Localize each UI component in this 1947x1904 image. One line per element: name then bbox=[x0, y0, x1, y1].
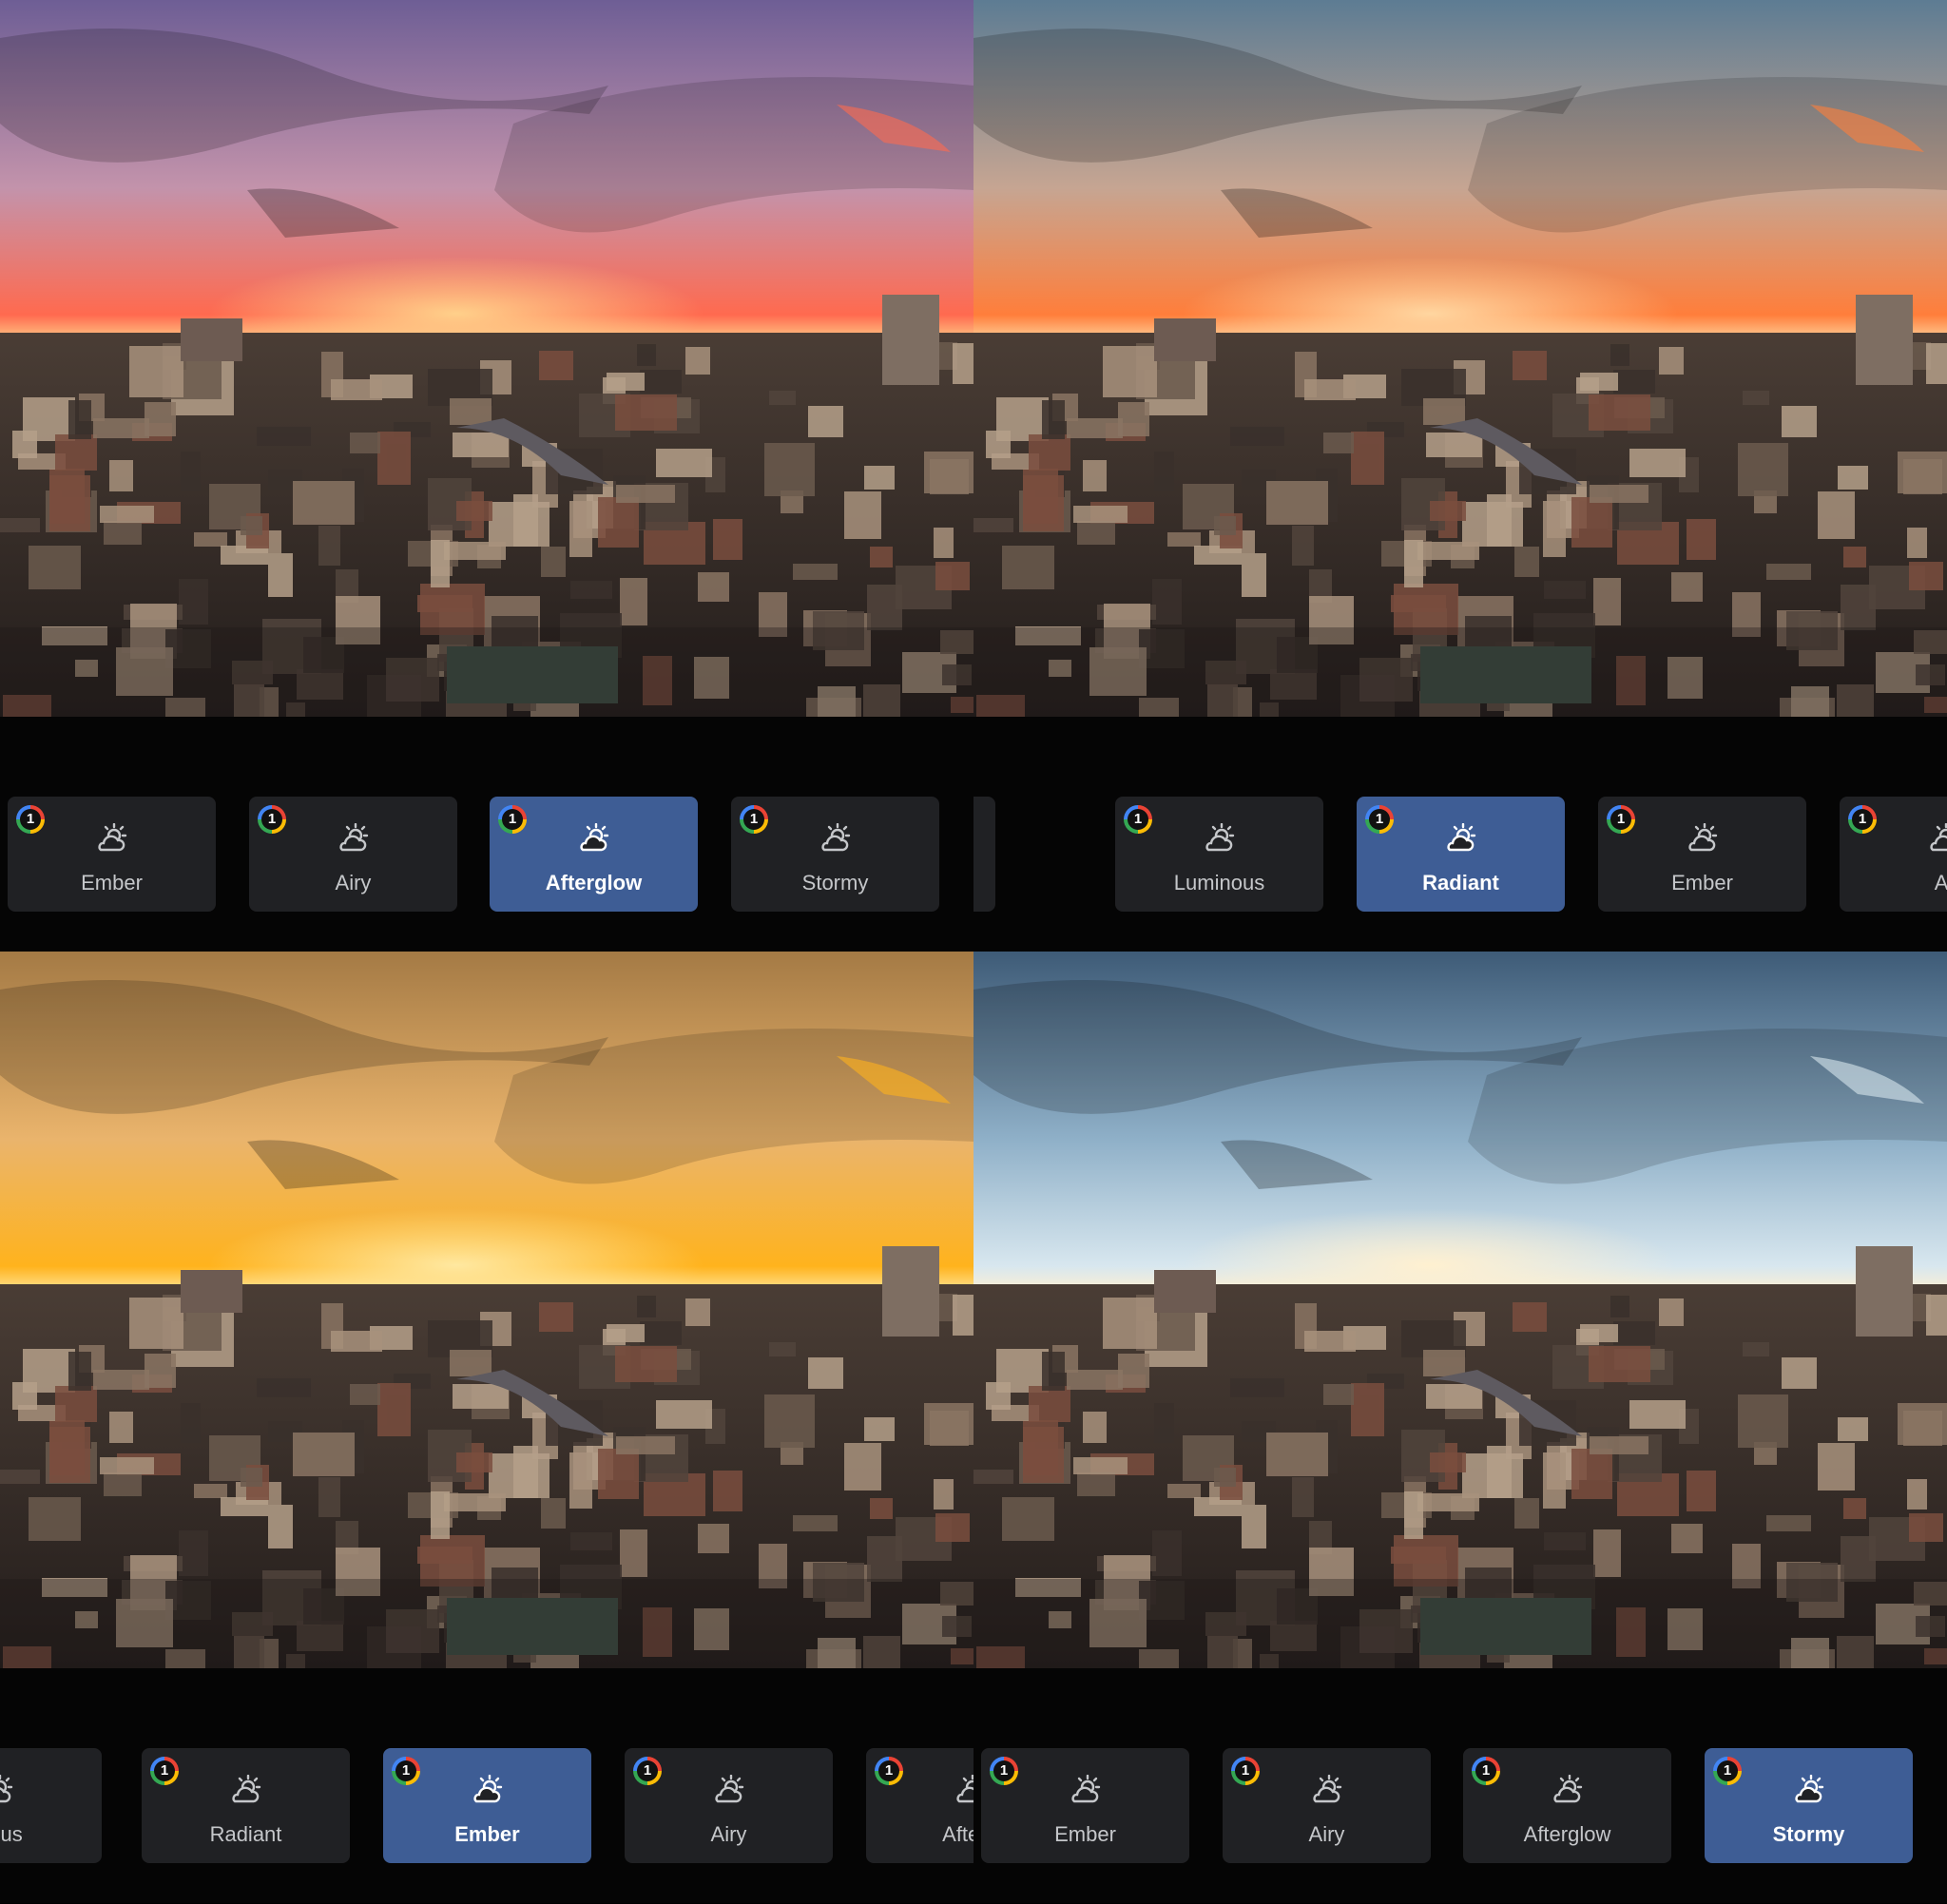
google-one-glyph: 1 bbox=[743, 809, 764, 830]
filter-label: Afterglow bbox=[1523, 1822, 1611, 1846]
filter-label: Ember bbox=[81, 871, 143, 894]
filter-chip-airy[interactable]: 1 Airy bbox=[249, 797, 457, 912]
google-one-glyph: 1 bbox=[1235, 1760, 1256, 1781]
filter-label: inous bbox=[0, 1822, 23, 1846]
filter-chip-afterg[interactable]: 1 Afterg bbox=[866, 1748, 974, 1863]
sunset-city-photo bbox=[0, 952, 974, 1668]
google-one-glyph: 1 bbox=[878, 1760, 899, 1781]
google-one-glyph: 1 bbox=[154, 1760, 175, 1781]
filter-label: Airy bbox=[1308, 1822, 1345, 1846]
sun-cloud-icon bbox=[472, 1775, 502, 1803]
filter-chip-airy[interactable]: 1 Airy bbox=[1223, 1748, 1431, 1863]
filter-chip-stormy[interactable]: 1 Stormy bbox=[731, 797, 939, 912]
sunset-city-photo bbox=[974, 952, 1947, 1668]
sun-cloud-icon bbox=[714, 1775, 743, 1803]
sun-cloud-icon bbox=[97, 823, 126, 852]
google-one-icon: 1 bbox=[875, 1757, 903, 1785]
filter-chip-stormy[interactable]: 1 Stormy bbox=[1705, 1748, 1913, 1863]
google-one-icon: 1 bbox=[1365, 805, 1394, 834]
sun-cloud-icon bbox=[0, 1775, 12, 1803]
filter-strip: 1 Ember 1 Airy 1 Afterglow 1 Stormy bbox=[0, 717, 974, 952]
google-one-icon: 1 bbox=[498, 805, 527, 834]
filter-chip-inous[interactable]: 1inous bbox=[0, 1748, 102, 1863]
filter-chip-radiant[interactable]: 1 Radiant bbox=[1357, 797, 1565, 912]
filter-chip-vid[interactable]: 1vid bbox=[974, 797, 995, 912]
filter-chip-afterglow[interactable]: 1 Afterglow bbox=[1463, 1748, 1671, 1863]
filter-chip-ai[interactable]: 1 Ai bbox=[1840, 797, 1947, 912]
google-one-glyph: 1 bbox=[261, 809, 282, 830]
google-one-glyph: 1 bbox=[395, 1760, 416, 1781]
google-one-glyph: 1 bbox=[1475, 1760, 1496, 1781]
sun-cloud-icon bbox=[1552, 1775, 1582, 1803]
filter-label: Stormy bbox=[1772, 1822, 1845, 1846]
filter-label: Airy bbox=[710, 1822, 747, 1846]
sun-cloud-icon bbox=[1312, 1775, 1341, 1803]
google-one-icon: 1 bbox=[150, 1757, 179, 1785]
sun-cloud-icon bbox=[1205, 823, 1234, 852]
panel-stormy: 1 Ember 1 Airy 1 Afterglow 1 Stormy bbox=[974, 952, 1947, 1903]
filter-label: Luminous bbox=[1173, 871, 1265, 894]
sunset-city-photo bbox=[974, 0, 1947, 717]
google-one-icon: 1 bbox=[1713, 1757, 1742, 1785]
filter-label: Ai bbox=[1934, 871, 1947, 894]
panel-ember: 1inous 1 Radiant 1 Ember 1 Airy 1 Afterg bbox=[0, 952, 974, 1903]
google-one-icon: 1 bbox=[1472, 1757, 1500, 1785]
filter-chip-afterglow[interactable]: 1 Afterglow bbox=[490, 797, 698, 912]
google-one-icon: 1 bbox=[740, 805, 768, 834]
filter-strip: 1 Ember 1 Airy 1 Afterglow 1 Stormy bbox=[974, 1668, 1947, 1903]
filter-label: vid bbox=[974, 871, 995, 895]
filter-label: Afterglow bbox=[545, 871, 643, 894]
filter-label: Afterg bbox=[942, 1822, 974, 1846]
sun-cloud-icon bbox=[1929, 823, 1947, 852]
panel-afterglow: 1 Ember 1 Airy 1 Afterglow 1 Stormy bbox=[0, 0, 974, 952]
google-one-glyph: 1 bbox=[1610, 809, 1631, 830]
filter-label: Ember bbox=[1054, 1822, 1116, 1846]
filter-chip-ember[interactable]: 1 Ember bbox=[383, 1748, 591, 1863]
google-one-glyph: 1 bbox=[1717, 1760, 1738, 1781]
filter-chip-radiant[interactable]: 1 Radiant bbox=[142, 1748, 350, 1863]
google-one-icon: 1 bbox=[990, 1757, 1018, 1785]
google-one-glyph: 1 bbox=[637, 1760, 658, 1781]
filter-label: Radiant bbox=[1422, 871, 1499, 894]
google-one-icon: 1 bbox=[1607, 805, 1635, 834]
sun-cloud-icon bbox=[1070, 1775, 1100, 1803]
sunset-city-photo bbox=[0, 0, 974, 717]
google-one-glyph: 1 bbox=[20, 809, 41, 830]
sun-cloud-icon bbox=[1794, 1775, 1823, 1803]
google-one-icon: 1 bbox=[1231, 1757, 1260, 1785]
filter-chip-ember[interactable]: 1 Ember bbox=[981, 1748, 1189, 1863]
google-one-glyph: 1 bbox=[502, 809, 523, 830]
sun-cloud-icon bbox=[231, 1775, 260, 1803]
google-one-icon: 1 bbox=[392, 1757, 420, 1785]
google-one-glyph: 1 bbox=[1369, 809, 1390, 830]
sun-cloud-icon bbox=[1446, 823, 1475, 852]
filter-chip-ember[interactable]: 1 Ember bbox=[1598, 797, 1806, 912]
filter-label: Ember bbox=[454, 1822, 520, 1846]
google-one-glyph: 1 bbox=[1852, 809, 1873, 830]
sun-cloud-icon bbox=[338, 823, 368, 852]
google-one-icon: 1 bbox=[258, 805, 286, 834]
google-one-icon: 1 bbox=[633, 1757, 662, 1785]
sun-cloud-icon bbox=[955, 1775, 974, 1803]
google-one-glyph: 1 bbox=[1128, 809, 1148, 830]
google-one-icon: 1 bbox=[16, 805, 45, 834]
google-one-glyph: 1 bbox=[993, 1760, 1014, 1781]
filter-chip-ember[interactable]: 1 Ember bbox=[8, 797, 216, 912]
filter-label: Radiant bbox=[209, 1822, 282, 1846]
filter-label: Stormy bbox=[801, 871, 869, 894]
sun-cloud-icon bbox=[820, 823, 850, 852]
sun-cloud-icon bbox=[579, 823, 608, 852]
filter-strip: 1inous 1 Radiant 1 Ember 1 Airy 1 Afterg bbox=[0, 1668, 974, 1903]
sun-cloud-icon bbox=[1687, 823, 1717, 852]
filter-strip: 1vid 1 Luminous 1 Radiant 1 Ember 1 Ai bbox=[974, 717, 1947, 952]
panel-radiant: 1vid 1 Luminous 1 Radiant 1 Ember 1 Ai bbox=[974, 0, 1947, 952]
filter-label: Airy bbox=[335, 871, 372, 894]
filter-label: Ember bbox=[1671, 871, 1733, 894]
filter-chip-airy[interactable]: 1 Airy bbox=[625, 1748, 833, 1863]
filter-chip-luminous[interactable]: 1 Luminous bbox=[1115, 797, 1323, 912]
google-one-icon: 1 bbox=[1124, 805, 1152, 834]
google-one-icon: 1 bbox=[1848, 805, 1877, 834]
